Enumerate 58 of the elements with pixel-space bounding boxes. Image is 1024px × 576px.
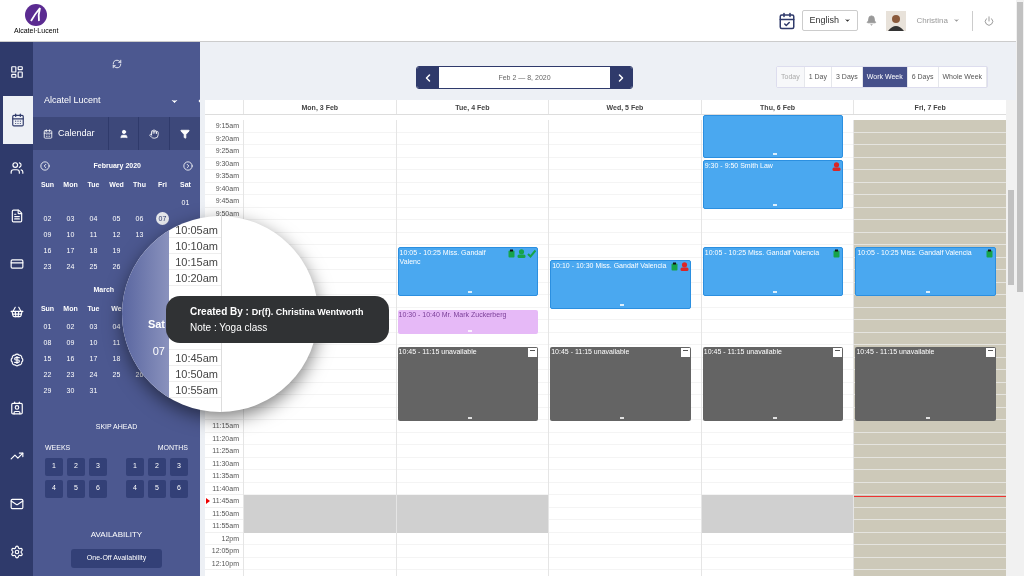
- calendar-icon: [43, 128, 53, 139]
- resize-handle[interactable]: [467, 291, 472, 293]
- resize-handle[interactable]: [773, 417, 778, 419]
- calendar-icon: [985, 348, 995, 357]
- resize-handle[interactable]: [773, 152, 778, 155]
- caret-icon: [844, 17, 852, 24]
- availability-title: AVAILABILITY: [90, 529, 143, 539]
- bell-icon[interactable]: [866, 15, 878, 26]
- time-label: 10:50am: [175, 368, 218, 380]
- time-label: 10:15am: [175, 256, 218, 268]
- document-icon: [9, 209, 24, 223]
- weekday-label: Sat: [147, 317, 165, 332]
- card-icon: [9, 257, 24, 271]
- page-scrollbar[interactable]: [1016, 0, 1024, 576]
- created-by-text: Created By : Dr(f). Christina Wentworth: [190, 305, 365, 320]
- power-icon[interactable]: [984, 15, 994, 26]
- resize-handle[interactable]: [773, 291, 778, 293]
- mail-icon: [9, 497, 24, 511]
- previous-month-icon[interactable]: [40, 161, 50, 171]
- calendar-icon: [528, 348, 538, 357]
- resize-handle[interactable]: [925, 291, 930, 293]
- avatar[interactable]: [886, 10, 907, 31]
- calendar-icon: [833, 348, 843, 357]
- resize-handle[interactable]: [925, 417, 930, 419]
- time-label: 10:05am: [175, 224, 218, 236]
- calendar-nav-item[interactable]: [0, 96, 33, 144]
- hand-icon: [149, 128, 159, 139]
- time-label: 10:10am: [175, 240, 218, 252]
- current-time-marker: [206, 498, 210, 504]
- settings-icon: [9, 545, 24, 559]
- resize-handle[interactable]: [467, 329, 472, 332]
- logo-icon: [25, 4, 48, 27]
- refresh-icon[interactable]: [111, 58, 122, 69]
- person-icon: [118, 128, 129, 139]
- day-cell-text: 07: [152, 343, 165, 359]
- time-label: 10:20am: [175, 272, 218, 284]
- language-select[interactable]: English: [802, 10, 859, 31]
- dashboard-icon: [9, 65, 24, 79]
- basket-icon: [9, 305, 24, 319]
- scrollbar[interactable]: [1006, 100, 1016, 576]
- calendar-check-icon[interactable]: [778, 11, 797, 30]
- resize-handle[interactable]: [620, 417, 625, 419]
- resize-handle[interactable]: [467, 417, 472, 419]
- resize-handle[interactable]: [620, 303, 625, 306]
- contact-icon: [9, 401, 24, 415]
- filter-icon: [180, 128, 190, 139]
- dollar-icon: [9, 353, 24, 367]
- calendar-icon: [680, 348, 690, 357]
- next-week-button[interactable]: [610, 67, 632, 88]
- time-label: 10:55am: [175, 384, 218, 396]
- next-month-icon[interactable]: [183, 161, 193, 171]
- resize-handle[interactable]: [773, 203, 778, 206]
- calendar-icon: [11, 113, 25, 127]
- account-dropdown[interactable]: Alcatel Lucent: [44, 94, 191, 108]
- note-text: Note : Yoga class: [190, 320, 269, 335]
- time-label: 10:45am: [175, 352, 218, 364]
- previous-week-button[interactable]: [417, 67, 439, 88]
- people-icon: [9, 161, 24, 175]
